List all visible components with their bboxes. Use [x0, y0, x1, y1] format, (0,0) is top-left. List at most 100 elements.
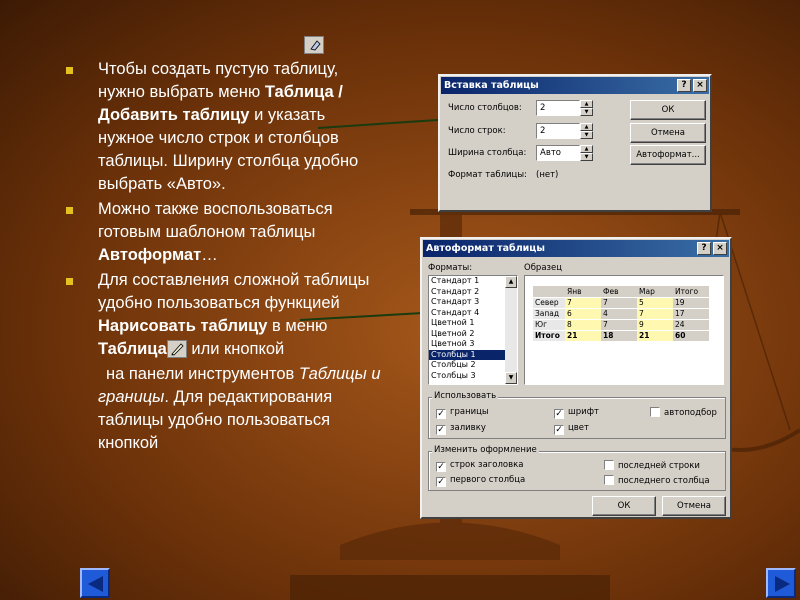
ok-button[interactable]: ОК [592, 496, 656, 516]
autoformat-button[interactable]: Автоформат... [630, 145, 706, 165]
use-borders-checkbox[interactable]: ✓ границы [436, 407, 489, 419]
listbox-scrollbar[interactable]: ▲ ▼ [505, 276, 517, 384]
bullet-mark-icon [66, 278, 73, 285]
bullet-draw-table: Для составления сложной таблицы удобно п… [64, 269, 384, 361]
bullet-autoformat: Можно также воспользоваться готовым шабл… [64, 198, 384, 267]
preview-cell: Фев [601, 286, 637, 298]
spin-down-icon[interactable]: ▼ [580, 131, 593, 139]
preview-cell: 18 [601, 330, 637, 342]
first-column-checkbox[interactable]: ✓ первого столбца [436, 475, 525, 487]
use-shading-checkbox[interactable]: ✓ заливку [436, 423, 486, 435]
bullet-text: … [201, 246, 218, 264]
checkbox-label: последней строки [618, 461, 700, 471]
width-input[interactable]: Авто [536, 145, 580, 161]
preview-cell: 7 [601, 319, 637, 331]
rows-label: Число строк: [448, 126, 506, 136]
spin-up-icon[interactable]: ▲ [580, 123, 593, 131]
preview-cell: 17 [673, 308, 709, 320]
checkbox-label: последнего столбца [618, 476, 710, 486]
format-list-item[interactable]: Столбцы 1 [429, 349, 517, 360]
insert-table-dialog: Вставка таблицы ? × Число столбцов: 2 ▲ ▼… [438, 74, 712, 212]
checkbox-box[interactable]: ✓ [554, 409, 564, 419]
format-list-item[interactable]: Цветной 3 [429, 339, 517, 350]
format-list-item[interactable]: Столбцы 3 [429, 371, 517, 382]
format-list-item[interactable]: Цветной 1 [429, 318, 517, 329]
checkbox-box[interactable]: ✓ [554, 425, 564, 435]
format-list-item[interactable]: Стандарт 4 [429, 308, 517, 319]
spin-up-icon[interactable]: ▲ [580, 100, 593, 108]
help-button[interactable]: ? [677, 79, 691, 92]
preview-cell: 4 [601, 308, 637, 320]
use-group-title: Использовать [432, 391, 499, 401]
formats-listbox[interactable]: Стандарт 1 Стандарт 2 Стандарт 3 Стандарт 4… [428, 275, 518, 385]
slide-text: Чтобы создать пустую таблицу, нужно выбр… [64, 36, 384, 455]
sample-preview: Янв Фев Мар Итого Север 7 7 5 19 Запад 6… [524, 275, 724, 385]
checkbox-label: шрифт [568, 407, 599, 417]
checkbox-box[interactable] [604, 460, 614, 470]
format-value: (нет) [536, 170, 559, 180]
preview-cell: Запад [533, 308, 565, 320]
bullet-text: или кнопкой [186, 340, 285, 358]
use-autofit-checkbox[interactable]: автоподбор [650, 407, 717, 419]
preview-cell: Юг [533, 319, 565, 331]
scroll-down-icon[interactable]: ▼ [505, 372, 517, 384]
checkbox-box[interactable]: ✓ [436, 477, 446, 487]
cols-label: Число столбцов: [448, 103, 522, 113]
bullet-bold: Таблица [98, 340, 167, 358]
prev-slide-button[interactable] [80, 568, 110, 598]
format-list-item[interactable]: Стандарт 3 [429, 297, 517, 308]
checkbox-box[interactable]: ✓ [436, 425, 446, 435]
cols-spinner[interactable]: ▲ ▼ [580, 100, 593, 116]
format-list-item[interactable]: Цветной 2 [429, 329, 517, 340]
rows-spinner[interactable]: ▲ ▼ [580, 123, 593, 139]
triangle-right-icon [775, 576, 790, 592]
dialog-titlebar: Автоформат таблицы ? × [423, 240, 729, 257]
last-column-checkbox[interactable]: последнего столбца [604, 475, 710, 487]
bullet-text: на панели инструментов [106, 365, 299, 383]
format-list-item[interactable]: Стандарт 2 [429, 287, 517, 298]
checkbox-box[interactable]: ✓ [436, 409, 446, 419]
header-rows-checkbox[interactable]: ✓ строк заголовка [436, 460, 523, 472]
preview-cell: 9 [637, 319, 673, 331]
preview-cell: Мар [637, 286, 673, 298]
last-row-checkbox[interactable]: последней строки [604, 460, 700, 472]
formats-label: Форматы: [428, 263, 473, 273]
preview-cell: 7 [637, 308, 673, 320]
spin-down-icon[interactable]: ▼ [580, 108, 593, 116]
ok-button[interactable]: ОК [630, 100, 706, 120]
spin-down-icon[interactable]: ▼ [580, 153, 593, 161]
dialog-title: Вставка таблицы [444, 80, 539, 91]
preview-cell: Итого [533, 330, 565, 342]
preview-cell: 60 [673, 330, 709, 342]
checkbox-label: автоподбор [664, 408, 717, 418]
checkbox-label: заливку [450, 423, 486, 433]
preview-total-row: Итого 21 18 21 60 [533, 330, 709, 342]
bullet-insert-table: Чтобы создать пустую таблицу, нужно выбр… [64, 58, 384, 196]
spin-up-icon[interactable]: ▲ [580, 145, 593, 153]
preview-cell: Итого [673, 286, 709, 298]
close-button[interactable]: × [693, 79, 707, 92]
scroll-up-icon[interactable]: ▲ [505, 276, 517, 288]
width-label: Ширина столбца: [448, 148, 527, 158]
use-color-checkbox[interactable]: ✓ цвет [554, 423, 589, 435]
rows-input[interactable]: 2 [536, 123, 580, 139]
format-list-item[interactable]: Стандарт 1 [429, 276, 517, 287]
bullet-continuation: на панели инструментов Таблицы и границы… [64, 36, 384, 455]
help-button[interactable]: ? [697, 242, 711, 255]
checkbox-box[interactable] [604, 475, 614, 485]
cols-input[interactable]: 2 [536, 100, 580, 116]
preview-row: Запад 6 4 7 17 [533, 308, 709, 320]
close-button[interactable]: × [713, 242, 727, 255]
cancel-button[interactable]: Отмена [630, 123, 706, 143]
checkbox-label: цвет [568, 423, 589, 433]
next-slide-button[interactable] [766, 568, 796, 598]
preview-cell: 21 [637, 330, 673, 342]
width-spinner[interactable]: ▲ ▼ [580, 145, 593, 161]
cancel-button[interactable]: Отмена [662, 496, 726, 516]
use-font-checkbox[interactable]: ✓ шрифт [554, 407, 599, 419]
bullet-bold: Автоформат [98, 246, 202, 264]
checkbox-box[interactable]: ✓ [436, 462, 446, 472]
format-list-item[interactable]: Столбцы 2 [429, 360, 517, 371]
preview-header-row: Янв Фев Мар Итого [533, 286, 709, 298]
checkbox-box[interactable] [650, 407, 660, 417]
